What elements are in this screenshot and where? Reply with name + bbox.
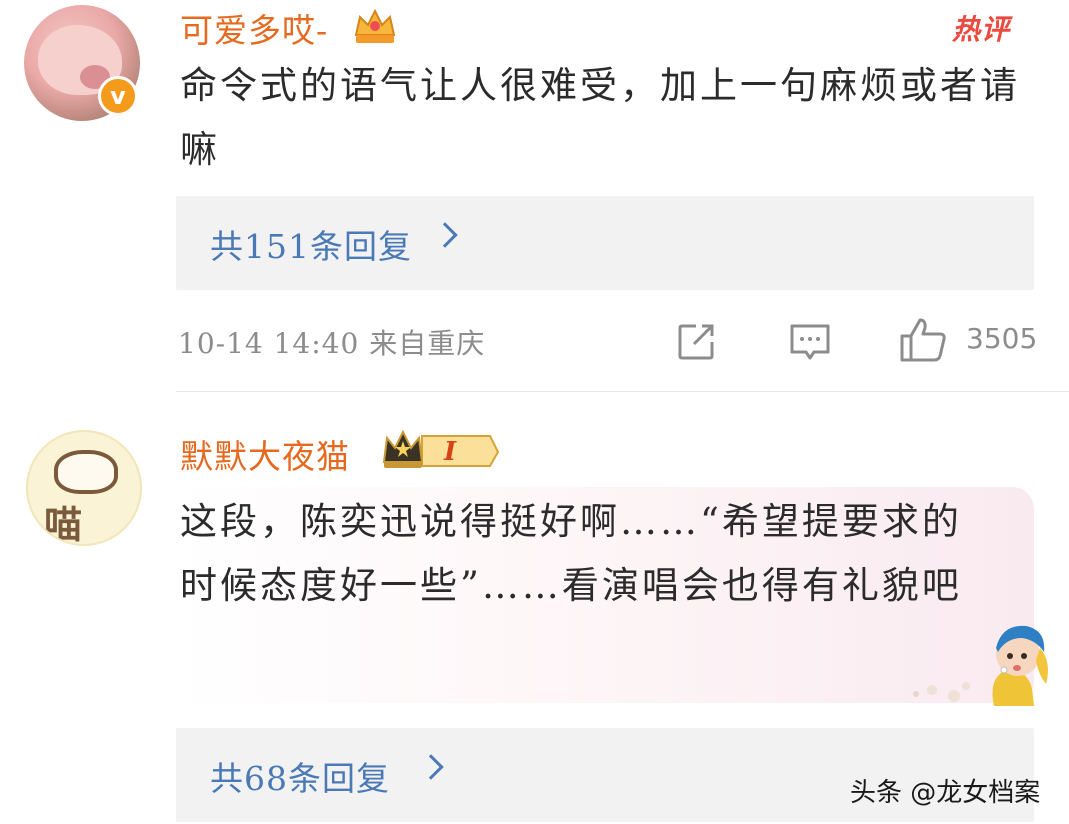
- avatar-text: 喵: [44, 503, 82, 546]
- hot-comment-badge: 热评: [952, 13, 1011, 46]
- chevron-right-icon: [432, 222, 458, 248]
- comment-text: 这段，陈奕迅说得挺好啊……“希望提要求的时候态度好一些”……看演唱会也得有礼貌吧: [180, 500, 962, 607]
- like-count: 3505: [966, 322, 1038, 355]
- username[interactable]: 可爱多哎-: [180, 4, 328, 52]
- divider: [176, 391, 1069, 392]
- verified-badge-icon: v: [98, 76, 138, 116]
- comment-text: 命令式的语气让人很难受，加上一句麻烦或者请嘛: [180, 64, 1020, 171]
- crown-icon: [354, 8, 396, 43]
- timestamp: 10-14 14:40: [178, 327, 360, 360]
- username[interactable]: 默默大夜猫: [180, 430, 350, 478]
- cat-face-icon: [54, 450, 118, 494]
- reply-count-link[interactable]: 共151条回复: [210, 220, 412, 268]
- watermark: 头条 @龙女档案: [850, 778, 1041, 808]
- user-avatar[interactable]: 喵: [26, 430, 142, 546]
- comment-meta: 10-14 14:40 来自重庆: [178, 322, 485, 362]
- vip-level-badge-icon: I: [382, 429, 500, 468]
- thumbs-up-icon[interactable]: [898, 316, 948, 364]
- girl-with-pearl-sticker-icon: [913, 625, 1048, 706]
- comment-icon[interactable]: [788, 322, 832, 362]
- share-icon[interactable]: [676, 322, 716, 362]
- chevron-right-icon: [418, 754, 444, 780]
- reply-thread-button[interactable]: 共151条回复: [176, 196, 1034, 290]
- reply-count-link[interactable]: 共68条回复: [210, 752, 390, 800]
- location: 来自重庆: [369, 327, 486, 360]
- svg-text:I: I: [443, 437, 457, 467]
